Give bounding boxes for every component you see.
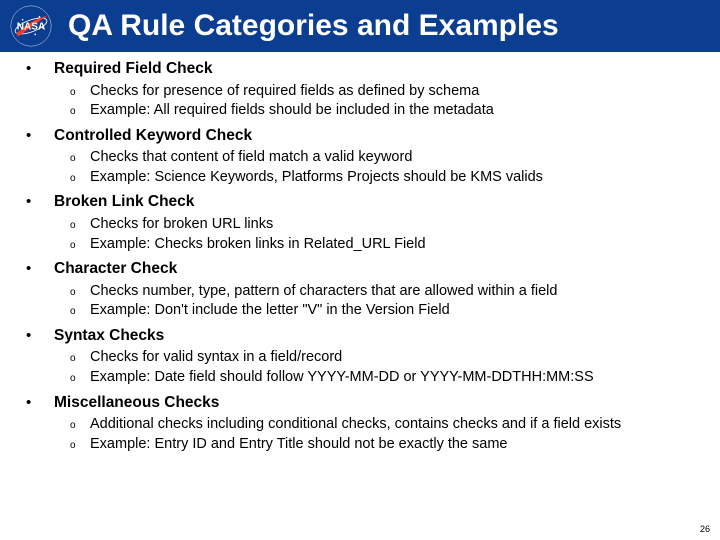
sub-item-text: Checks for broken URL links — [90, 215, 273, 235]
section-required-field-check: • Required Field Check o Checks for pres… — [24, 60, 696, 121]
section-heading: Controlled Keyword Check — [54, 127, 252, 146]
nasa-logo-icon: NASA — [10, 5, 52, 47]
sub-item-text: Checks number, type, pattern of characte… — [90, 282, 557, 302]
section-broken-link-check: • Broken Link Check o Checks for broken … — [24, 193, 696, 254]
sub-item-text: Example: Don't include the letter "V" in… — [90, 301, 450, 321]
list-item: o Example: All required fields should be… — [24, 101, 696, 121]
svg-text:NASA: NASA — [17, 21, 46, 32]
section-heading: Syntax Checks — [54, 327, 164, 346]
sub-bullet-icon: o — [70, 439, 90, 453]
sub-item-text: Checks that content of field match a val… — [90, 148, 412, 168]
list-item: o Example: Entry ID and Entry Title shou… — [24, 435, 696, 455]
sub-bullet-icon: o — [70, 86, 90, 100]
sub-bullet-icon: o — [70, 239, 90, 253]
list-item: o Example: Date field should follow YYYY… — [24, 368, 696, 388]
sub-bullet-icon: o — [70, 152, 90, 166]
list-item: o Example: Checks broken links in Relate… — [24, 235, 696, 255]
list-item: o Checks for valid syntax in a field/rec… — [24, 348, 696, 368]
bullet-icon: • — [24, 193, 54, 211]
bullet-icon: • — [24, 327, 54, 345]
sub-bullet-icon: o — [70, 352, 90, 366]
slide-header: NASA QA Rule Categories and Examples — [0, 0, 720, 52]
section-heading: Character Check — [54, 260, 177, 279]
sub-bullet-icon: o — [70, 305, 90, 319]
sub-item-text: Checks for valid syntax in a field/recor… — [90, 348, 342, 368]
slide-content: • Required Field Check o Checks for pres… — [0, 52, 720, 454]
sub-item-text: Example: Entry ID and Entry Title should… — [90, 435, 507, 455]
slide-title: QA Rule Categories and Examples — [68, 9, 559, 43]
sub-item-text: Example: All required fields should be i… — [90, 101, 494, 121]
list-item: o Checks for presence of required fields… — [24, 82, 696, 102]
section-controlled-keyword-check: • Controlled Keyword Check o Checks that… — [24, 127, 696, 188]
list-item: o Example: Science Keywords, Platforms P… — [24, 168, 696, 188]
bullet-icon: • — [24, 127, 54, 145]
sub-item-text: Example: Science Keywords, Platforms Pro… — [90, 168, 543, 188]
sub-bullet-icon: o — [70, 286, 90, 300]
sub-item-text: Additional checks including conditional … — [90, 415, 621, 435]
list-item: o Checks that content of field match a v… — [24, 148, 696, 168]
sub-item-text: Example: Date field should follow YYYY-M… — [90, 368, 594, 388]
list-item: o Checks number, type, pattern of charac… — [24, 282, 696, 302]
list-item: o Additional checks including conditiona… — [24, 415, 696, 435]
sub-bullet-icon: o — [70, 219, 90, 233]
section-heading: Required Field Check — [54, 60, 212, 79]
section-heading: Broken Link Check — [54, 193, 194, 212]
section-miscellaneous-checks: • Miscellaneous Checks o Additional chec… — [24, 394, 696, 455]
sub-item-text: Example: Checks broken links in Related_… — [90, 235, 426, 255]
sub-bullet-icon: o — [70, 372, 90, 386]
sub-bullet-icon: o — [70, 172, 90, 186]
sub-bullet-icon: o — [70, 105, 90, 119]
section-heading: Miscellaneous Checks — [54, 394, 219, 413]
section-syntax-checks: • Syntax Checks o Checks for valid synta… — [24, 327, 696, 388]
list-item: o Example: Don't include the letter "V" … — [24, 301, 696, 321]
bullet-icon: • — [24, 60, 54, 78]
list-item: o Checks for broken URL links — [24, 215, 696, 235]
sub-item-text: Checks for presence of required fields a… — [90, 82, 479, 102]
bullet-icon: • — [24, 394, 54, 412]
section-character-check: • Character Check o Checks number, type,… — [24, 260, 696, 321]
bullet-icon: • — [24, 260, 54, 278]
sub-bullet-icon: o — [70, 419, 90, 433]
page-number: 26 — [700, 524, 710, 534]
